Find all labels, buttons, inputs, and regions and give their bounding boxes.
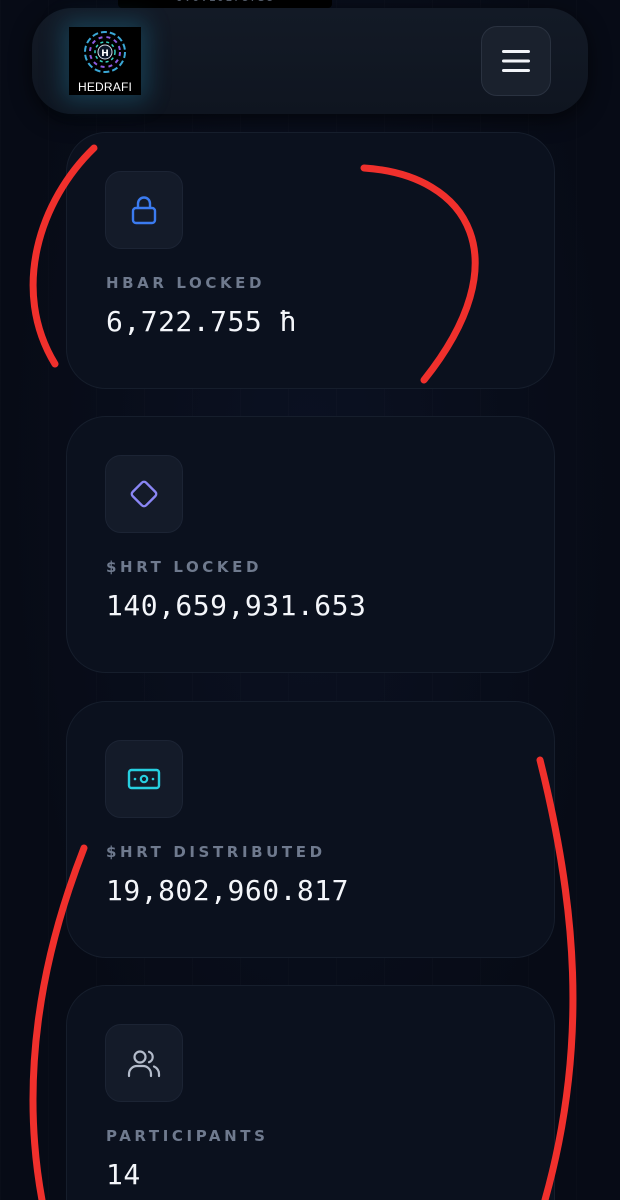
lock-icon	[131, 196, 157, 225]
icon-box	[105, 1024, 183, 1102]
page: 0.0.10178738 H HEDRAFI	[0, 0, 620, 1200]
icon-box	[105, 455, 183, 533]
stat-label: PARTICIPANTS	[106, 1127, 269, 1145]
stat-value: 14	[106, 1158, 141, 1191]
stat-card-hrt-locked: $HRT LOCKED 140,659,931.653	[66, 416, 555, 673]
stat-card-hbar-locked: HBAR LOCKED 6,722.755 ħ	[66, 132, 555, 389]
stat-value: 19,802,960.817	[106, 874, 350, 907]
stat-value: 6,722.755 ħ	[106, 305, 297, 338]
menu-button[interactable]	[481, 26, 551, 96]
stat-label: $HRT LOCKED	[106, 558, 263, 576]
address-peek: 0.0.10178738	[118, 0, 332, 8]
stat-card-participants: PARTICIPANTS 14	[66, 985, 555, 1200]
hamburger-icon	[502, 50, 530, 72]
stat-label: HBAR LOCKED	[106, 274, 266, 292]
diamond-icon	[130, 480, 158, 508]
logo-text: HEDRAFI	[77, 80, 133, 94]
icon-box	[105, 171, 183, 249]
top-navbar: H HEDRAFI	[32, 8, 588, 114]
logo-ring-icon: H	[84, 31, 126, 73]
users-icon	[127, 1050, 161, 1078]
icon-box	[105, 740, 183, 818]
hedrafi-logo[interactable]: H HEDRAFI	[69, 27, 141, 95]
banknote-icon	[127, 768, 161, 790]
stat-label: $HRT DISTRIBUTED	[106, 843, 326, 861]
logo-badge-letter: H	[101, 49, 109, 59]
stat-card-hrt-distributed: $HRT DISTRIBUTED 19,802,960.817	[66, 701, 555, 958]
stat-value: 140,659,931.653	[106, 589, 367, 622]
